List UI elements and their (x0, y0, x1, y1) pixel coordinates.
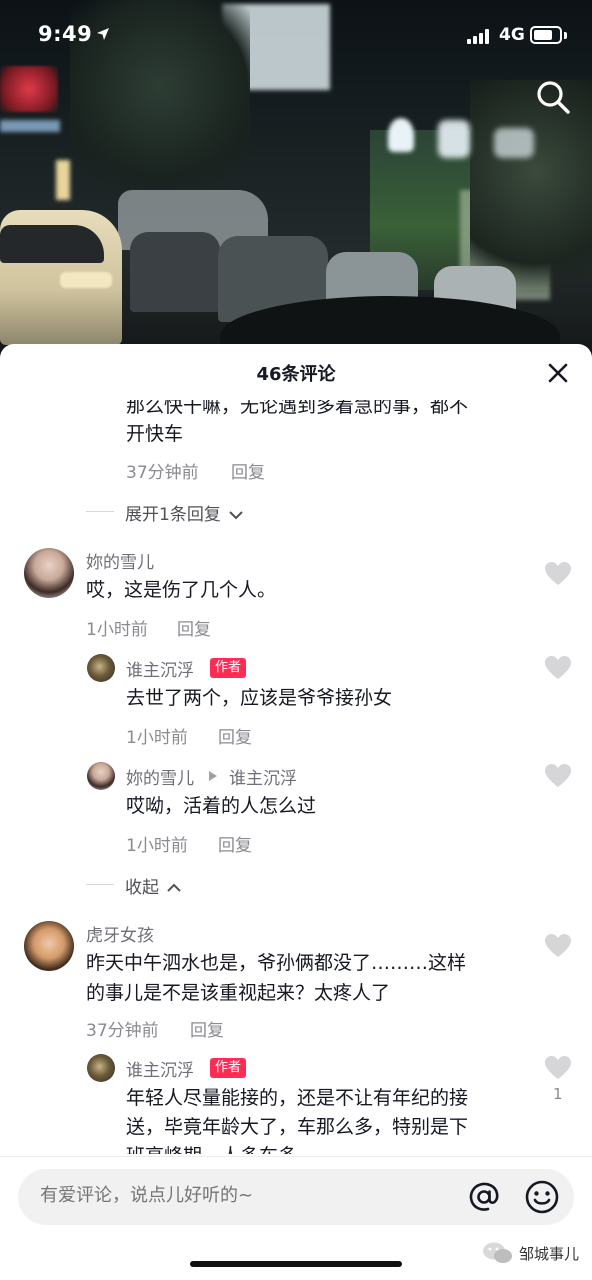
reply-text: 送，毕竟年龄大了，车那么多，特别是下 (126, 1116, 469, 1138)
reply-button[interactable]: 回复 (218, 723, 252, 748)
status-time: 9:49 (38, 22, 93, 46)
lamp (494, 128, 534, 158)
divider (86, 884, 114, 885)
collapse-replies-button[interactable]: 收起 (125, 873, 182, 898)
author-badge: 作者 (210, 1058, 247, 1078)
like-heart-icon[interactable] (544, 655, 572, 681)
avatar[interactable] (87, 762, 115, 790)
location-arrow-icon (97, 28, 109, 40)
reply-button[interactable]: 回复 (177, 615, 211, 640)
comments-sheet: 46条评论 那么快干嘛，无论遇到多着急的事，都不 开快车 37分钟前 回复 展开… (0, 344, 592, 1280)
car (130, 232, 220, 312)
battery-icon (530, 26, 562, 44)
comment-text: 昨天中午泗水也是，爷孙俩都没了………这样 (86, 952, 467, 974)
reply-text: 哎呦，活着的人怎么过 (126, 795, 317, 817)
reply-time: 1小时前 (126, 836, 188, 856)
chevron-up-icon (167, 883, 182, 892)
comments-count-title: 46条评论 (256, 364, 336, 385)
search-icon[interactable] (534, 78, 572, 116)
emoji-icon[interactable] (524, 1179, 560, 1215)
network-type: 4G (499, 25, 525, 45)
home-indicator[interactable] (190, 1261, 402, 1267)
lamp (438, 120, 470, 158)
wechat-logo-icon (483, 1242, 512, 1263)
comment-username[interactable]: 妳的雪儿 (86, 548, 154, 573)
reply-to-arrow-icon (209, 771, 217, 781)
reply-username[interactable]: 谁主沉浮 (126, 656, 194, 681)
reply-text: 去世了两个，应该是爷爷接孙女 (126, 687, 393, 709)
reply-text: 年轻人尽量能接的，还是不让有年纪的接 (126, 1087, 469, 1109)
reply-username[interactable]: 谁主沉浮 (126, 1056, 194, 1081)
reply-text: 班高峰期，人多车多 (126, 1140, 297, 1154)
comment-username[interactable]: 虎牙女孩 (86, 921, 154, 946)
comment-text: 哎，这是伤了几个人。 (86, 579, 277, 601)
neon-sign (0, 120, 60, 132)
author-badge: 作者 (210, 658, 247, 678)
comment-text: 的事儿是不是该重视起来？太疼人了 (86, 982, 391, 1004)
like-heart-icon[interactable] (544, 763, 572, 789)
comment-input-container[interactable] (18, 1169, 574, 1225)
mention-at-icon[interactable] (466, 1179, 502, 1215)
comment-text: 开快车 (126, 423, 184, 445)
divider (86, 511, 114, 512)
like-heart-icon[interactable] (544, 561, 572, 587)
comment-list[interactable]: 那么快干嘛，无论遇到多着急的事，都不 开快车 37分钟前 回复 展开1条回复 妳… (0, 400, 592, 1154)
battery-nub (564, 32, 567, 39)
suv-headlight (60, 272, 112, 288)
reply-button[interactable]: 回复 (231, 458, 265, 483)
reply-button[interactable]: 回复 (218, 831, 252, 856)
like-heart-icon[interactable] (544, 1055, 572, 1081)
expand-replies-button[interactable]: 展开1条回复 (125, 500, 244, 525)
comment-input[interactable] (40, 1185, 440, 1206)
reply-button[interactable]: 回复 (190, 1016, 224, 1041)
video-background[interactable] (0, 0, 592, 360)
street-light (56, 160, 70, 200)
neon-sign (0, 66, 58, 112)
comment-time: 1小时前 (86, 620, 148, 640)
lamp (388, 118, 414, 152)
avatar[interactable] (24, 921, 74, 971)
avatar[interactable] (24, 548, 74, 598)
watermark-text: 邹城事儿 (519, 1245, 580, 1263)
chevron-down-icon (229, 511, 243, 520)
suv-window (0, 225, 104, 263)
reply-time: 1小时前 (126, 728, 188, 748)
like-count: 1 (553, 1085, 563, 1103)
avatar[interactable] (87, 654, 115, 682)
reply-target-username[interactable]: 谁主沉浮 (229, 764, 297, 789)
comment-time: 37分钟前 (86, 1021, 159, 1041)
comment-time: 37分钟前 (126, 463, 199, 483)
signal-icon (467, 28, 491, 44)
reply-username[interactable]: 妳的雪儿 (126, 764, 194, 789)
expand-replies-label: 展开1条回复 (125, 505, 221, 525)
collapse-replies-label: 收起 (125, 878, 159, 898)
like-heart-icon[interactable] (544, 933, 572, 959)
close-icon[interactable] (545, 360, 571, 386)
avatar[interactable] (87, 1054, 115, 1082)
comment-input-bar: 邹城事儿 (0, 1156, 592, 1280)
